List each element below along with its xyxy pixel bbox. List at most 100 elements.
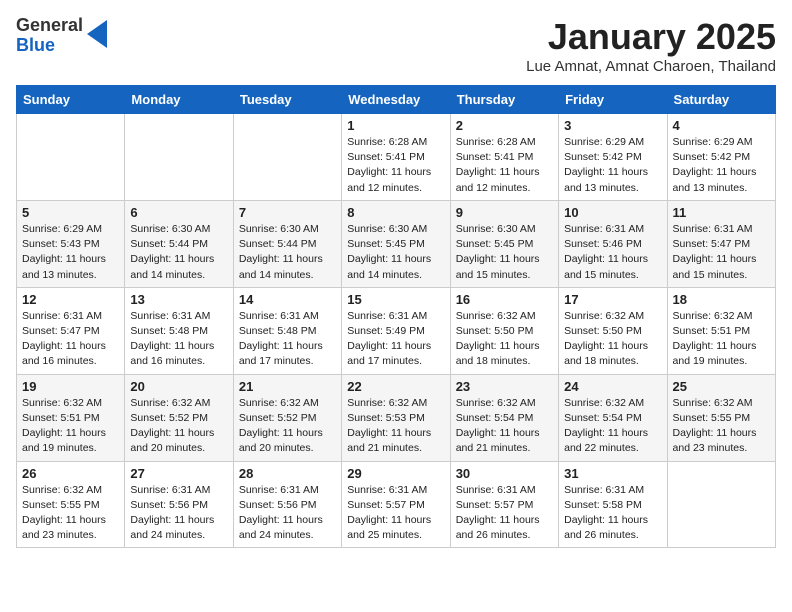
header-saturday: Saturday: [667, 86, 775, 114]
calendar-cell: 12 Sunrise: 6:31 AM Sunset: 5:47 PM Dayli…: [17, 287, 125, 374]
logo: General Blue: [16, 16, 107, 56]
header-thursday: Thursday: [450, 86, 558, 114]
calendar-cell: 6 Sunrise: 6:30 AM Sunset: 5:44 PM Daylig…: [125, 200, 233, 287]
day-number: 8: [347, 205, 444, 220]
calendar-table: SundayMondayTuesdayWednesdayThursdayFrid…: [16, 85, 776, 548]
calendar-cell: 21Sunrise: 6:32 AM Sunset: 5:52 PM Dayli…: [233, 374, 341, 461]
day-number: 25: [673, 379, 770, 394]
page-header: General Blue January 2025 Lue Amnat, Amn…: [16, 16, 776, 75]
day-number: 16: [456, 292, 553, 307]
day-number: 14: [239, 292, 336, 307]
header-tuesday: Tuesday: [233, 86, 341, 114]
calendar-cell: 16 Sunrise: 6:32 AM Sunset: 5:50 PM Dayli…: [450, 287, 558, 374]
header-wednesday: Wednesday: [342, 86, 450, 114]
calendar-cell: 7 Sunrise: 6:30 AM Sunset: 5:44 PM Daylig…: [233, 200, 341, 287]
calendar-cell: 25 Sunrise: 6:32 AM Sunset: 5:55 PM Dayli…: [667, 374, 775, 461]
header-monday: Monday: [125, 86, 233, 114]
day-number: 29: [347, 466, 444, 481]
location: Lue Amnat, Amnat Charoen, Thailand: [526, 58, 776, 75]
calendar-cell: 23 Sunrise: 6:32 AM Sunset: 5:54 PM Dayli…: [450, 374, 558, 461]
logo-icon: [87, 20, 107, 48]
day-info: Sunrise: 6:30 AM Sunset: 5:45 PM Dayligh…: [456, 222, 553, 283]
day-number: 2: [456, 118, 553, 133]
day-number: 11: [673, 205, 770, 220]
calendar-week-2: 5Sunrise: 6:29 AM Sunset: 5:43 PM Daylig…: [17, 200, 776, 287]
day-info: Sunrise: 6:30 AM Sunset: 5:44 PM Dayligh…: [130, 222, 227, 283]
day-number: 28: [239, 466, 336, 481]
day-info: Sunrise: 6:30 AM Sunset: 5:44 PM Dayligh…: [239, 222, 336, 283]
day-number: 18: [673, 292, 770, 307]
day-info: Sunrise: 6:32 AM Sunset: 5:54 PM Dayligh…: [456, 396, 553, 457]
day-number: 24: [564, 379, 661, 394]
calendar-cell: 3Sunrise: 6:29 AM Sunset: 5:42 PM Daylig…: [559, 114, 667, 201]
calendar-cell: [667, 461, 775, 548]
calendar-cell: 19Sunrise: 6:32 AM Sunset: 5:51 PM Dayli…: [17, 374, 125, 461]
calendar-week-4: 19Sunrise: 6:32 AM Sunset: 5:51 PM Dayli…: [17, 374, 776, 461]
calendar-cell: 5Sunrise: 6:29 AM Sunset: 5:43 PM Daylig…: [17, 200, 125, 287]
day-number: 17: [564, 292, 661, 307]
calendar-cell: 22Sunrise: 6:32 AM Sunset: 5:53 PM Dayli…: [342, 374, 450, 461]
day-number: 31: [564, 466, 661, 481]
day-number: 23: [456, 379, 553, 394]
calendar-cell: [125, 114, 233, 201]
day-info: Sunrise: 6:28 AM Sunset: 5:41 PM Dayligh…: [456, 135, 553, 196]
logo-blue-text: Blue: [16, 36, 83, 56]
day-info: Sunrise: 6:32 AM Sunset: 5:50 PM Dayligh…: [456, 309, 553, 370]
day-number: 22: [347, 379, 444, 394]
calendar-cell: 20Sunrise: 6:32 AM Sunset: 5:52 PM Dayli…: [125, 374, 233, 461]
day-number: 7: [239, 205, 336, 220]
calendar-cell: [17, 114, 125, 201]
day-number: 6: [130, 205, 227, 220]
day-number: 5: [22, 205, 119, 220]
calendar-cell: [233, 114, 341, 201]
header-sunday: Sunday: [17, 86, 125, 114]
day-number: 30: [456, 466, 553, 481]
day-info: Sunrise: 6:32 AM Sunset: 5:50 PM Dayligh…: [564, 309, 661, 370]
day-info: Sunrise: 6:31 AM Sunset: 5:56 PM Dayligh…: [239, 483, 336, 544]
calendar-cell: 2 Sunrise: 6:28 AM Sunset: 5:41 PM Daylig…: [450, 114, 558, 201]
calendar-cell: 26 Sunrise: 6:32 AM Sunset: 5:55 PM Dayli…: [17, 461, 125, 548]
calendar-week-3: 12 Sunrise: 6:31 AM Sunset: 5:47 PM Dayli…: [17, 287, 776, 374]
day-info: Sunrise: 6:32 AM Sunset: 5:55 PM Dayligh…: [673, 396, 770, 457]
month-title: January 2025: [526, 16, 776, 58]
day-number: 15: [347, 292, 444, 307]
day-number: 19: [22, 379, 119, 394]
day-number: 12: [22, 292, 119, 307]
calendar-cell: 15 Sunrise: 6:31 AM Sunset: 5:49 PM Dayli…: [342, 287, 450, 374]
day-number: 13: [130, 292, 227, 307]
calendar-cell: 10Sunrise: 6:31 AM Sunset: 5:46 PM Dayli…: [559, 200, 667, 287]
day-info: Sunrise: 6:31 AM Sunset: 5:46 PM Dayligh…: [564, 222, 661, 283]
calendar-cell: 9 Sunrise: 6:30 AM Sunset: 5:45 PM Daylig…: [450, 200, 558, 287]
day-number: 26: [22, 466, 119, 481]
calendar-cell: 1Sunrise: 6:28 AM Sunset: 5:41 PM Daylig…: [342, 114, 450, 201]
logo-text: General Blue: [16, 16, 83, 56]
day-info: Sunrise: 6:31 AM Sunset: 5:56 PM Dayligh…: [130, 483, 227, 544]
day-info: Sunrise: 6:31 AM Sunset: 5:49 PM Dayligh…: [347, 309, 444, 370]
day-info: Sunrise: 6:31 AM Sunset: 5:48 PM Dayligh…: [130, 309, 227, 370]
calendar-cell: 11Sunrise: 6:31 AM Sunset: 5:47 PM Dayli…: [667, 200, 775, 287]
day-info: Sunrise: 6:28 AM Sunset: 5:41 PM Dayligh…: [347, 135, 444, 196]
calendar-cell: 30Sunrise: 6:31 AM Sunset: 5:57 PM Dayli…: [450, 461, 558, 548]
day-info: Sunrise: 6:32 AM Sunset: 5:54 PM Dayligh…: [564, 396, 661, 457]
calendar-header-row: SundayMondayTuesdayWednesdayThursdayFrid…: [17, 86, 776, 114]
calendar-cell: 18Sunrise: 6:32 AM Sunset: 5:51 PM Dayli…: [667, 287, 775, 374]
header-friday: Friday: [559, 86, 667, 114]
calendar-cell: 31Sunrise: 6:31 AM Sunset: 5:58 PM Dayli…: [559, 461, 667, 548]
day-number: 4: [673, 118, 770, 133]
day-info: Sunrise: 6:30 AM Sunset: 5:45 PM Dayligh…: [347, 222, 444, 283]
calendar-cell: 17 Sunrise: 6:32 AM Sunset: 5:50 PM Dayli…: [559, 287, 667, 374]
calendar-cell: 14 Sunrise: 6:31 AM Sunset: 5:48 PM Dayli…: [233, 287, 341, 374]
day-number: 20: [130, 379, 227, 394]
calendar-cell: 13 Sunrise: 6:31 AM Sunset: 5:48 PM Dayli…: [125, 287, 233, 374]
calendar-cell: 28 Sunrise: 6:31 AM Sunset: 5:56 PM Dayli…: [233, 461, 341, 548]
day-info: Sunrise: 6:31 AM Sunset: 5:48 PM Dayligh…: [239, 309, 336, 370]
day-info: Sunrise: 6:32 AM Sunset: 5:55 PM Dayligh…: [22, 483, 119, 544]
day-info: Sunrise: 6:31 AM Sunset: 5:47 PM Dayligh…: [22, 309, 119, 370]
calendar-cell: 29Sunrise: 6:31 AM Sunset: 5:57 PM Dayli…: [342, 461, 450, 548]
day-info: Sunrise: 6:29 AM Sunset: 5:42 PM Dayligh…: [673, 135, 770, 196]
calendar-cell: 24 Sunrise: 6:32 AM Sunset: 5:54 PM Dayli…: [559, 374, 667, 461]
day-number: 9: [456, 205, 553, 220]
logo-general-text: General: [16, 16, 83, 36]
calendar-cell: 27Sunrise: 6:31 AM Sunset: 5:56 PM Dayli…: [125, 461, 233, 548]
day-info: Sunrise: 6:32 AM Sunset: 5:52 PM Dayligh…: [239, 396, 336, 457]
